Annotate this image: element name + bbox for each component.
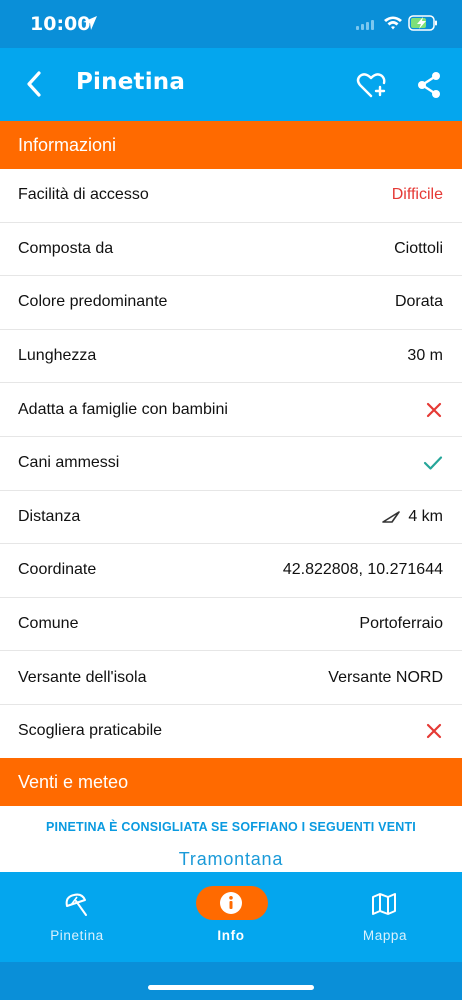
check-icon [423,456,443,470]
info-label: Facilità di accesso [18,186,149,204]
home-indicator[interactable] [148,985,314,990]
wifi-icon [384,16,402,30]
cellular-signal-icon [356,20,374,30]
battery-charging-icon [408,15,437,31]
info-row-dogs-allowed: Cani ammessi [0,437,462,491]
beach-umbrella-icon [65,893,87,916]
info-row-distance: Distanza 4 km [0,491,462,545]
home-indicator-area [0,962,462,1000]
info-row-coordinates: Coordinate 42.822808, 10.271644 [0,544,462,598]
info-row-length: Lunghezza 30 m [0,330,462,384]
tab-bar: Pinetina Info Mappa [0,872,462,962]
info-label: Lunghezza [18,347,97,365]
accessibility-value: Difficile [391,186,443,204]
info-label: Adatta a famiglie con bambini [18,400,228,418]
length-value: 30 m [407,347,443,365]
info-row-municipality: Comune Portoferraio [0,598,462,652]
tab-label: Pinetina [50,928,104,943]
info-label: Colore predominante [18,293,168,311]
municipality-value: Portoferraio [359,615,443,633]
page-title: Pinetina [76,69,186,95]
info-icon [220,892,242,914]
wind-advice-text: PINETINA È CONSIGLIATA SE SOFFIANO I SEG… [46,820,416,834]
distance-text: 4 km [408,507,443,525]
info-label: Coordinate [18,561,97,579]
tab-mappa[interactable]: Mappa [308,872,462,962]
cross-icon [426,724,442,739]
info-row-cliff-walkable: Scogliera praticabile [0,705,462,759]
info-row-island-side: Versante dell'isola Versante NORD [0,651,462,705]
distance-arrow-icon [382,511,401,523]
info-row-accessibility: Facilità di accesso Difficile [0,169,462,223]
map-icon [372,893,396,915]
info-row-composition: Composta da Ciottoli [0,223,462,277]
tab-label: Mappa [362,928,408,943]
island-side-value: Versante NORD [328,668,443,686]
info-row-color: Colore predominante Dorata [0,276,462,330]
info-row-family-friendly: Adatta a famiglie con bambini [0,383,462,437]
info-label: Cani ammessi [18,454,120,472]
status-bar: 10:00 [0,0,462,48]
location-arrow-icon [83,16,97,30]
section-header-venti-meteo: Venti e meteo [0,758,462,806]
family-friendly-value [425,401,443,419]
composition-value: Ciottoli [394,239,443,257]
info-label: Comune [18,615,79,633]
tab-pinetina[interactable]: Pinetina [0,872,154,962]
navigation-bar: Pinetina [0,48,462,121]
info-label: Composta da [18,239,114,257]
info-label: Versante dell'isola [18,668,147,686]
info-list: Facilità di accesso Difficile Composta d… [0,169,462,759]
dogs-allowed-value [423,455,443,471]
section-header-informazioni: Informazioni [0,121,462,169]
cliff-walkable-value [425,722,443,740]
color-value: Dorata [394,293,443,311]
info-label: Scogliera praticabile [18,722,163,740]
share-icon[interactable] [414,70,444,100]
tab-info[interactable]: Info [154,872,308,962]
info-label: Distanza [18,507,81,525]
add-favorite-heart-icon[interactable] [355,70,387,100]
active-tab-indicator [196,886,268,920]
wind-name: Tramontana [178,849,284,869]
coordinates-value: 42.822808, 10.271644 [282,561,443,579]
distance-value: 4 km [382,508,443,526]
back-button[interactable] [20,68,50,100]
tab-label: Info [217,928,245,943]
cross-icon [426,402,442,417]
